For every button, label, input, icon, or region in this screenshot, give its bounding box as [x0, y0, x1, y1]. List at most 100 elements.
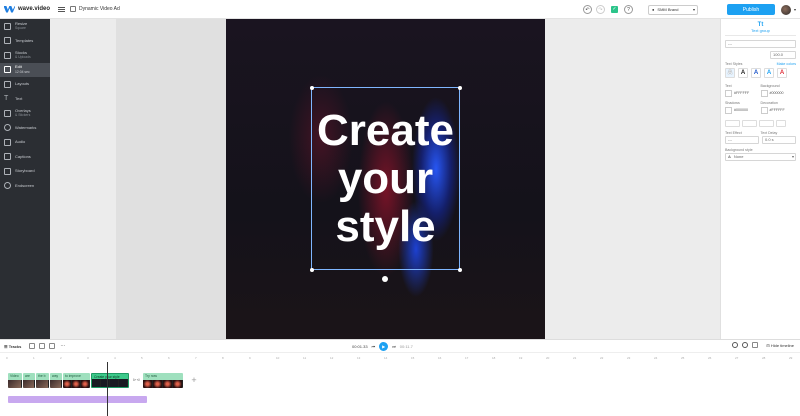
sidebar-item-templates[interactable]: Templates [0, 34, 50, 49]
timeline-toolbar: ☰ Tracks ··· 00:01.33 ⏮ ▶ ⏭ 00:11.7 ⊟ Hi… [0, 340, 800, 353]
ruler-tick: 1 [33, 356, 35, 360]
redo-icon[interactable]: ↷ [595, 5, 605, 14]
templates-icon [4, 37, 11, 45]
ruler-tick: 15 [411, 356, 415, 360]
menu-icon[interactable] [58, 6, 65, 12]
ruler-tick: 16 [438, 356, 442, 360]
resize-icon [4, 22, 11, 30]
project-title[interactable]: Dynamic Video Ad [79, 6, 120, 12]
sidebar-item-resize[interactable]: Resize Square [0, 19, 50, 34]
shadows-color-swatch[interactable] [725, 106, 732, 114]
ruler-tick: 18 [492, 356, 496, 360]
text-style-option[interactable]: A [764, 68, 774, 78]
audio-track[interactable] [8, 396, 147, 403]
timeline-clip-selected[interactable]: Create your style [91, 373, 129, 388]
tracks-button[interactable]: ☰ Tracks [4, 344, 21, 349]
tab-text-group[interactable]: Tt Text group [725, 19, 796, 36]
playhead[interactable] [107, 362, 108, 416]
align-left-button[interactable] [725, 120, 740, 127]
timeline-clip[interactable]: Try now [143, 373, 183, 388]
ruler-tick: 3 [87, 356, 89, 360]
sidebar-item-overlays[interactable]: Overlays & Stickers [0, 106, 50, 121]
sidebar-item-edit[interactable]: Edit 12:04 sec [0, 62, 50, 77]
background-color-field[interactable]: #000000 [760, 89, 797, 97]
decoration-color-field[interactable]: #FFFFFF [760, 106, 797, 114]
sidebar-item-endscreen[interactable]: Endscreen [0, 179, 50, 194]
sidebar-item-stocks[interactable]: Stocks & Uploads [0, 48, 50, 63]
brand-select[interactable]: ● SMM Brand ▾ [647, 4, 698, 15]
decoration-color-swatch[interactable] [760, 106, 768, 114]
ruler-tick: 17 [465, 356, 469, 360]
timeline-clip[interactable]: the b [36, 373, 49, 388]
avatar[interactable] [780, 4, 791, 15]
skip-back-icon[interactable]: ⏮ [372, 344, 376, 349]
project-icon [70, 6, 76, 12]
wave-logo-icon [4, 5, 15, 13]
undo-icon[interactable]: ↶ [582, 5, 592, 14]
ruler-tick: 11 [303, 356, 307, 360]
video-text-line: your [337, 153, 434, 203]
background-color-swatch[interactable] [760, 89, 768, 97]
hide-timeline-button[interactable]: ⊟ Hide timeline [766, 343, 794, 348]
split-icon[interactable] [29, 343, 36, 349]
zoom-in-icon[interactable] [742, 342, 749, 348]
text-effect-select[interactable]: --- [725, 136, 759, 144]
help-icon[interactable]: ? [623, 5, 633, 14]
make-colors-link[interactable]: Make colors [777, 62, 796, 66]
more-icon[interactable]: ··· [60, 343, 65, 349]
saved-check-icon: ✓ [610, 6, 618, 13]
sidebar-item-text[interactable]: T Text [0, 92, 50, 107]
ruler-tick: 19 [519, 356, 523, 360]
text-style-option[interactable]: A [751, 68, 761, 78]
fit-icon[interactable] [752, 342, 759, 348]
timeline-clip[interactable]: are [23, 373, 35, 388]
decoration-label: Decoration [760, 101, 778, 105]
video-text-overlay[interactable]: Create your style [311, 87, 460, 270]
timeline-clip[interactable]: way [50, 373, 62, 388]
background-style-select[interactable]: A None ▾ [725, 153, 796, 161]
align-justify-button[interactable] [776, 120, 786, 127]
avatar-chevron-icon[interactable]: ▾ [794, 7, 796, 12]
align-center-button[interactable] [742, 120, 757, 127]
text-color-swatch[interactable] [725, 89, 732, 97]
timeline-clip[interactable]: to improve [63, 373, 90, 388]
brand-select-value: SMM Brand [657, 7, 679, 12]
duplicate-icon[interactable] [39, 343, 46, 349]
delete-icon[interactable] [49, 343, 56, 349]
publish-button[interactable]: Publish [726, 4, 775, 15]
ruler-tick: 8 [222, 356, 224, 360]
text-style-option[interactable]: A [777, 68, 787, 78]
font-select[interactable]: --- [725, 40, 796, 48]
ruler-tick: 4 [114, 356, 116, 360]
ruler-tick: 10 [276, 356, 280, 360]
logo[interactable]: wave.video [4, 5, 56, 13]
transition-icon[interactable]: ⊳⊲ [133, 377, 140, 382]
text-delay-input[interactable]: 0.0 s [762, 136, 796, 144]
shadows-label: Shadows [725, 101, 740, 105]
top-bar: wave.video Dynamic Video Ad ↶ ↷ ✓ ? ● SM… [0, 0, 800, 19]
layouts-icon [4, 80, 11, 88]
timeline-ruler[interactable]: 0 1 2 3 4 5 6 7 8 9 10 11 12 13 14 15 16 17 18 19 20 21 22 23 24… [0, 354, 800, 361]
properties-panel: Tt Text group --- 100.0 Text Styles Make… [720, 19, 800, 339]
ruler-tick: 14 [384, 356, 388, 360]
sidebar-item-layouts[interactable]: Layouts [0, 77, 50, 92]
text-color-field[interactable]: #FFFFFF [725, 89, 761, 97]
sidebar-item-captions[interactable]: Captions [0, 150, 50, 165]
align-right-button[interactable] [759, 120, 774, 127]
text-style-option[interactable]: A [725, 68, 735, 78]
timeline-clip[interactable]: Video [8, 373, 22, 388]
skip-forward-icon[interactable]: ⏭ [392, 344, 396, 349]
text-effect-label: Text Effect [725, 131, 742, 135]
brand-pin-icon: ● [651, 7, 655, 12]
rotate-handle[interactable] [382, 276, 388, 282]
text-style-option[interactable]: A [738, 68, 748, 78]
zoom-out-icon[interactable] [732, 342, 739, 348]
sidebar-item-audio[interactable]: Audio [0, 135, 50, 150]
add-clip-button[interactable]: + [189, 375, 199, 385]
ruler-tick: 26 [708, 356, 712, 360]
font-size-input[interactable]: 100.0 [770, 51, 796, 59]
sidebar-item-watermarks[interactable]: Watermarks [0, 121, 50, 136]
shadows-color-field[interactable]: #000000 [725, 106, 761, 114]
sidebar-item-storyboard[interactable]: Storyboard [0, 164, 50, 179]
play-button[interactable]: ▶ [379, 342, 389, 351]
